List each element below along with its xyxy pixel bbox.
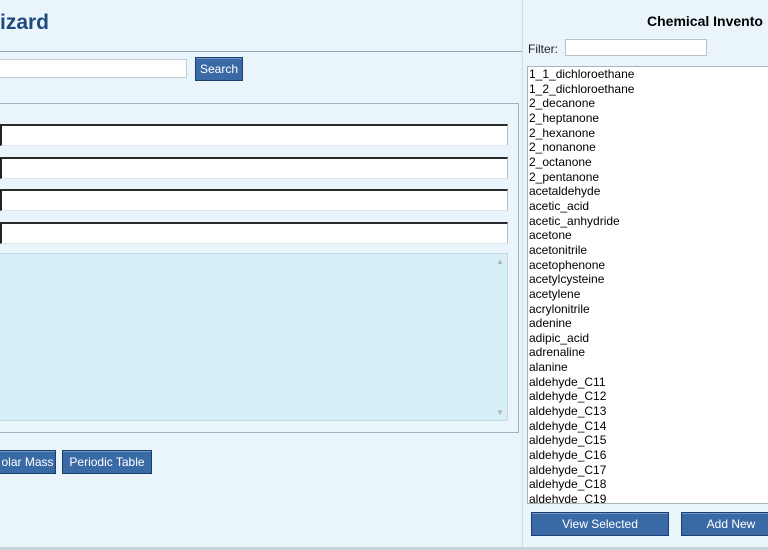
filter-input[interactable] [565, 39, 707, 56]
search-button[interactable]: Search [195, 57, 243, 81]
chemical-list-item[interactable]: acetylcysteine [528, 272, 768, 287]
chemical-list-item[interactable]: aldehyde_C16 [528, 448, 768, 463]
chemical-list-item[interactable]: 2_decanone [528, 96, 768, 111]
chemical-list-item[interactable]: adenine [528, 316, 768, 331]
chemical-list-item[interactable]: aldehyde_C14 [528, 419, 768, 434]
chemical-list-item[interactable]: aldehyde_C11 [528, 375, 768, 390]
chemical-list-item[interactable]: adipic_acid [528, 331, 768, 346]
property-field-3[interactable] [0, 189, 508, 211]
chemical-list-item[interactable]: acetaldehyde [528, 184, 768, 199]
title-divider [0, 51, 522, 52]
scroll-down-icon[interactable]: ▼ [496, 408, 504, 417]
property-field-1[interactable] [0, 124, 508, 146]
page-title: izard [0, 11, 50, 34]
chemical-list-item[interactable]: aldehyde_C18 [528, 477, 768, 492]
chemical-listbox[interactable]: 1_1_dichloroethane 1_2_dichloroethane 2_de… [527, 66, 768, 504]
chemical-list-item[interactable]: aldehyde_C12 [528, 389, 768, 404]
chemical-list-item[interactable]: 2_pentanone [528, 170, 768, 185]
chemical-list-item[interactable]: alanine [528, 360, 768, 375]
chemical-list-item[interactable]: 2_nonanone [528, 140, 768, 155]
periodic-table-button[interactable]: Periodic Table [62, 450, 152, 474]
chemical-list-item[interactable]: acetone [528, 228, 768, 243]
chemical-list-item[interactable]: aldehyde_C17 [528, 463, 768, 478]
add-new-button[interactable]: Add New [681, 512, 768, 536]
chemical-list-item[interactable]: aldehyde_C15 [528, 433, 768, 448]
view-selected-button[interactable]: View Selected [531, 512, 669, 536]
property-field-4[interactable] [0, 222, 508, 244]
search-input[interactable] [0, 59, 187, 78]
chemical-list-item[interactable]: acrylonitrile [528, 302, 768, 317]
chemical-list-item[interactable]: adrenaline [528, 345, 768, 360]
chemical-list-item[interactable]: aldehyde_C13 [528, 404, 768, 419]
chemical-list-item[interactable]: 2_hexanone [528, 126, 768, 141]
molar-mass-button[interactable]: olar Mass [0, 450, 56, 474]
chemical-list-item[interactable]: 1_2_dichloroethane [528, 82, 768, 97]
chemical-list-item[interactable]: 2_octanone [528, 155, 768, 170]
chemical-list-item[interactable]: 2_heptanone [528, 111, 768, 126]
chemical-list-item[interactable]: acetic_acid [528, 199, 768, 214]
chemical-list-item[interactable]: aldehyde_C19 [528, 492, 768, 503]
property-field-2[interactable] [0, 157, 508, 179]
chemical-list-item[interactable]: acetylene [528, 287, 768, 302]
notes-textarea[interactable]: ▲ ▼ [0, 253, 508, 421]
chemical-inventory-panel: Chemical Invento Filter: 1_1_dichloroeth… [522, 0, 768, 550]
chemical-list-item[interactable]: 1_1_dichloroethane [528, 67, 768, 82]
chemical-list-item[interactable]: acetic_anhydride [528, 214, 768, 229]
chemical-list-item[interactable]: acetonitrile [528, 243, 768, 258]
scroll-up-icon[interactable]: ▲ [496, 257, 504, 266]
chemical-list-item[interactable]: acetophenone [528, 258, 768, 273]
wizard-panel: izard Search ▲ ▼ olar Mass Periodic Tabl… [0, 0, 522, 550]
filter-label: Filter: [528, 42, 558, 56]
inventory-title: Chemical Invento [647, 13, 763, 29]
